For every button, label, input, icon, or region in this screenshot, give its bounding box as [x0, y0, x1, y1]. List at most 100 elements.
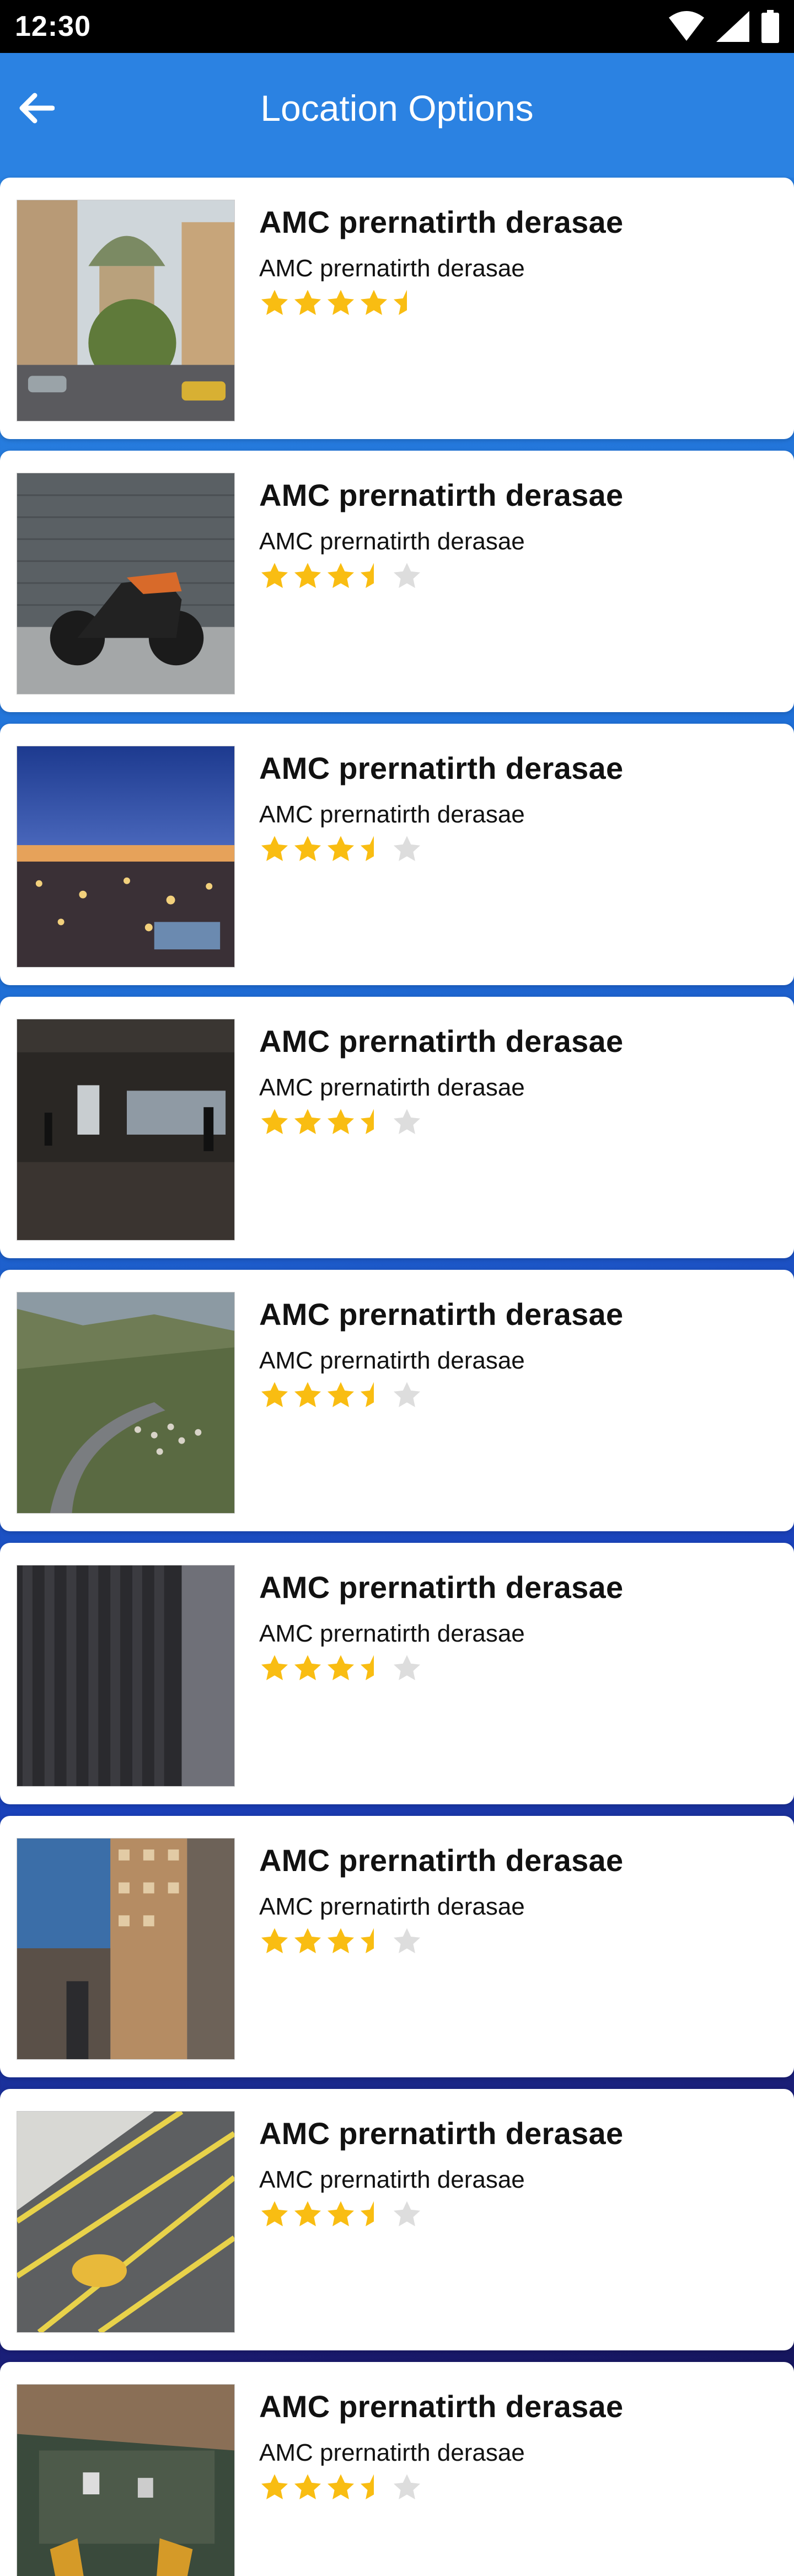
- star-full-icon: [261, 1382, 288, 1407]
- location-subtitle: AMC prernatirth derasae: [259, 1347, 525, 1374]
- rating-stars: [259, 288, 422, 319]
- location-title: AMC prernatirth derasae: [259, 205, 624, 239]
- location-image: [17, 2384, 235, 2576]
- star-half-icon: [360, 1109, 388, 1134]
- location-image: [17, 1019, 235, 1241]
- location-subtitle: AMC prernatirth derasae: [259, 801, 525, 828]
- star-full-icon: [261, 2474, 288, 2499]
- location-card[interactable]: AMC prernatirth derasae AMC prernatirth …: [0, 724, 794, 985]
- star-full-icon: [294, 2474, 321, 2499]
- star-full-icon: [261, 563, 288, 588]
- location-subtitle: AMC prernatirth derasae: [259, 1620, 525, 1647]
- star-full-icon: [327, 2474, 355, 2499]
- star-half-icon: [393, 290, 421, 315]
- star-full-icon: [327, 836, 355, 861]
- star-full-icon: [327, 290, 355, 315]
- rating-stars: [259, 2199, 422, 2230]
- star-full-icon: [261, 1109, 288, 1134]
- star-full-icon: [261, 1928, 288, 1953]
- location-subtitle: AMC prernatirth derasae: [259, 2439, 525, 2466]
- location-title: AMC prernatirth derasae: [259, 1024, 624, 1059]
- star-empty-icon: [393, 836, 421, 861]
- location-card[interactable]: AMC prernatirth derasae AMC prernatirth …: [0, 1543, 794, 1804]
- star-half-icon: [360, 1655, 388, 1680]
- back-button[interactable]: [13, 85, 60, 131]
- app-bar: Location Options: [0, 53, 794, 178]
- star-full-icon: [327, 1928, 355, 1953]
- rating-stars: [259, 561, 422, 592]
- star-full-icon: [294, 1382, 321, 1407]
- star-full-icon: [294, 563, 321, 588]
- rating-stars: [259, 834, 422, 865]
- star-full-icon: [327, 1109, 355, 1134]
- star-empty-icon: [393, 2474, 421, 2499]
- star-empty-icon: [393, 1655, 421, 1680]
- star-full-icon: [327, 1382, 355, 1407]
- star-full-icon: [327, 2201, 355, 2226]
- location-subtitle: AMC prernatirth derasae: [259, 2166, 525, 2193]
- star-empty-icon: [393, 563, 421, 588]
- star-half-icon: [360, 1928, 388, 1953]
- location-subtitle: AMC prernatirth derasae: [259, 1074, 525, 1101]
- arrow-left-icon: [19, 93, 55, 124]
- star-full-icon: [327, 563, 355, 588]
- location-image: [17, 1838, 235, 2060]
- star-empty-icon: [393, 2201, 421, 2226]
- star-full-icon: [294, 2201, 321, 2226]
- location-card[interactable]: AMC prernatirth derasae AMC prernatirth …: [0, 178, 794, 439]
- page-title: Location Options: [260, 88, 534, 129]
- location-title: AMC prernatirth derasae: [259, 1843, 624, 1878]
- location-card[interactable]: AMC prernatirth derasae AMC prernatirth …: [0, 997, 794, 1258]
- location-card[interactable]: AMC prernatirth derasae AMC prernatirth …: [0, 1816, 794, 2077]
- status-icons: [669, 10, 779, 43]
- wifi-icon: [669, 11, 704, 41]
- star-full-icon: [261, 2201, 288, 2226]
- location-subtitle: AMC prernatirth derasae: [259, 528, 525, 555]
- rating-stars: [259, 1380, 422, 1411]
- star-full-icon: [261, 290, 288, 315]
- rating-stars: [259, 1653, 422, 1684]
- star-full-icon: [294, 836, 321, 861]
- star-full-icon: [360, 290, 388, 315]
- signal-icon: [716, 11, 749, 42]
- star-empty-icon: [393, 1109, 421, 1134]
- location-image: [17, 473, 235, 694]
- star-full-icon: [294, 1109, 321, 1134]
- star-empty-icon: [393, 1928, 421, 1953]
- star-full-icon: [327, 1655, 355, 1680]
- star-full-icon: [294, 1928, 321, 1953]
- rating-stars: [259, 1107, 422, 1138]
- location-title: AMC prernatirth derasae: [259, 478, 624, 512]
- status-time: 12:30: [15, 10, 91, 42]
- location-title: AMC prernatirth derasae: [259, 2116, 624, 2151]
- location-card[interactable]: AMC prernatirth derasae AMC prernatirth …: [0, 451, 794, 712]
- status-bar: 12:30: [0, 0, 794, 53]
- location-title: AMC prernatirth derasae: [259, 1570, 624, 1605]
- star-half-icon: [360, 563, 388, 588]
- location-image: [17, 2111, 235, 2333]
- rating-stars: [259, 2472, 422, 2503]
- star-half-icon: [360, 836, 388, 861]
- star-full-icon: [261, 1655, 288, 1680]
- rating-stars: [259, 1926, 422, 1957]
- location-image: [17, 1565, 235, 1787]
- location-image: [17, 200, 235, 421]
- location-subtitle: AMC prernatirth derasae: [259, 255, 525, 282]
- star-half-icon: [360, 2201, 388, 2226]
- location-image: [17, 1292, 235, 1514]
- location-card[interactable]: AMC prernatirth derasae AMC prernatirth …: [0, 2089, 794, 2350]
- star-empty-icon: [393, 1382, 421, 1407]
- star-half-icon: [360, 2474, 388, 2499]
- battery-icon: [761, 10, 779, 43]
- star-half-icon: [360, 1382, 388, 1407]
- location-card[interactable]: AMC prernatirth derasae AMC prernatirth …: [0, 1270, 794, 1531]
- star-full-icon: [261, 836, 288, 861]
- star-full-icon: [294, 290, 321, 315]
- star-full-icon: [294, 1655, 321, 1680]
- location-card[interactable]: AMC prernatirth derasae AMC prernatirth …: [0, 2362, 794, 2576]
- location-image: [17, 746, 235, 968]
- location-title: AMC prernatirth derasae: [259, 751, 624, 785]
- location-title: AMC prernatirth derasae: [259, 2389, 624, 2424]
- location-title: AMC prernatirth derasae: [259, 1297, 624, 1332]
- location-subtitle: AMC prernatirth derasae: [259, 1893, 525, 1920]
